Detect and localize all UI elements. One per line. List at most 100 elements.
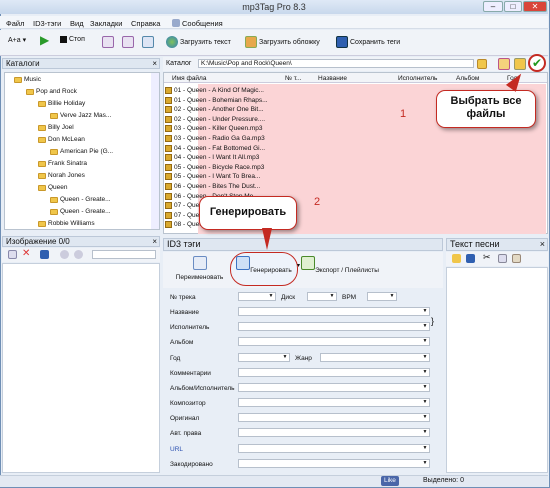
close-icon[interactable]: ×: [540, 239, 545, 249]
next-icon[interactable]: [74, 250, 83, 259]
composer-field[interactable]: ▼: [238, 398, 430, 407]
minimize-button[interactable]: –: [483, 1, 503, 12]
disc-field[interactable]: ▼: [307, 292, 337, 301]
composer-label: Композитор: [170, 400, 206, 407]
tree-item[interactable]: Robbie Williams: [38, 220, 95, 227]
tree-item[interactable]: Billy Joel: [38, 124, 74, 131]
title-field[interactable]: ▼: [238, 307, 430, 316]
tree-item[interactable]: American Pie (G...: [50, 148, 113, 155]
file-row[interactable]: 01 - Queen - Bohemian Rhaps...: [165, 96, 268, 105]
menu-view[interactable]: Вид: [70, 19, 84, 28]
paste-icon[interactable]: [512, 254, 521, 263]
file-row[interactable]: 03 - Queen - Radio Ga Ga.mp3: [165, 134, 265, 143]
tree-item[interactable]: Billie Holiday: [38, 100, 85, 107]
file-row[interactable]: 03 - Queen - Killer Queen.mp3: [165, 124, 263, 133]
genre-field[interactable]: ▼: [320, 353, 430, 362]
comments-field[interactable]: ▼: [238, 368, 430, 377]
save-icon[interactable]: [466, 254, 475, 263]
copy-icon[interactable]: [498, 254, 507, 263]
col-filename[interactable]: Имя файла: [172, 75, 206, 82]
catalogs-header: Каталоги ×: [2, 58, 160, 69]
add-image-icon[interactable]: [8, 250, 17, 259]
rename-icon: [192, 256, 207, 270]
globe-icon: [166, 36, 178, 48]
mode-button[interactable]: A+a ▾: [8, 36, 26, 45]
menu-file[interactable]: Файл: [6, 19, 24, 28]
status-bar: [0, 475, 548, 487]
tree-item[interactable]: Frank Sinatra: [38, 160, 87, 167]
save-tags-button[interactable]: Сохранить теги: [336, 36, 400, 48]
folder-icon: [38, 184, 46, 191]
menu-id3[interactable]: ID3-тэги: [33, 19, 61, 28]
lyrics-area[interactable]: [446, 267, 548, 473]
file-row[interactable]: 04 - Queen - Fat Bottomed Gi...: [165, 144, 265, 153]
mp3-file-icon: [165, 96, 172, 104]
tool-icon-3[interactable]: [142, 36, 154, 48]
col-artist[interactable]: Исполнитель: [398, 75, 437, 82]
album-artist-field[interactable]: ▼: [238, 383, 430, 392]
col-title[interactable]: Название: [318, 75, 347, 82]
close-icon[interactable]: ×: [152, 59, 157, 69]
file-row[interactable]: 06 - Queen - Bites The Dust...: [165, 182, 260, 191]
file-row[interactable]: 02 - Queen - Another One Bit...: [165, 105, 264, 114]
tool-icon-2[interactable]: [122, 36, 134, 48]
folder-icon[interactable]: [477, 59, 487, 69]
col-album[interactable]: Альбом: [456, 75, 479, 82]
path-input[interactable]: K:\Music\Pop and Rock\Queen\: [198, 59, 474, 68]
maximize-button[interactable]: □: [504, 1, 522, 12]
copyright-field[interactable]: ▼: [238, 428, 430, 437]
folder-icon: [26, 88, 34, 95]
track-field[interactable]: ▼: [238, 292, 276, 301]
load-text-button[interactable]: Загрузить текст: [166, 36, 231, 48]
up-folder-icon[interactable]: [498, 58, 510, 70]
prev-icon[interactable]: [60, 250, 69, 259]
open-folder-icon[interactable]: [514, 58, 526, 70]
encoded-field[interactable]: ▼: [238, 459, 430, 468]
close-icon[interactable]: ×: [152, 237, 157, 247]
file-row[interactable]: 01 - Queen - A Kind Of Magic...: [165, 86, 264, 95]
col-track[interactable]: № т...: [285, 75, 301, 82]
file-row[interactable]: 05 - Queen - I Want To Brea...: [165, 172, 260, 181]
close-button[interactable]: ✕: [523, 1, 547, 12]
cut-icon[interactable]: ✂: [483, 252, 491, 263]
original-field[interactable]: ▼: [238, 413, 430, 422]
url-field[interactable]: ▼: [238, 444, 430, 453]
play-icon[interactable]: ▶: [40, 33, 49, 47]
generate-button[interactable]: Генерировать: [234, 256, 294, 274]
tree-item[interactable]: Music: [14, 76, 41, 83]
folder-icon: [14, 76, 22, 83]
year-field[interactable]: ▼: [238, 353, 290, 362]
like-button[interactable]: Like: [381, 476, 399, 486]
stop-button[interactable]: Стоп: [60, 36, 85, 43]
mp3-file-icon: [165, 173, 172, 181]
tree-item[interactable]: Queen - Greate...: [50, 208, 111, 215]
export-button[interactable]: Экспорт / Плейлисты: [300, 256, 380, 274]
tree-item[interactable]: Don McLean: [38, 136, 85, 143]
tree-item[interactable]: Queen: [38, 184, 68, 191]
file-row[interactable]: 04 - Queen - I Want It All.mp3: [165, 153, 259, 162]
file-row[interactable]: 02 - Queen - Under Pressure....: [165, 115, 265, 124]
save-icon[interactable]: [40, 250, 49, 259]
tree-item[interactable]: Norah Jones: [38, 172, 85, 179]
file-row[interactable]: 05 - Queen - Bicycle Race.mp3: [165, 163, 264, 172]
rename-button[interactable]: Переименовать: [172, 256, 227, 281]
tree-item[interactable]: Queen - Greate...: [50, 196, 111, 203]
menu-bookmarks[interactable]: Закладки: [90, 19, 122, 28]
image-index-input[interactable]: [92, 250, 156, 259]
copyright-label: Авт. права: [170, 430, 202, 437]
open-icon[interactable]: [452, 254, 461, 263]
tree-scrollbar[interactable]: [151, 73, 159, 229]
album-field[interactable]: ▼: [238, 337, 430, 346]
artist-field[interactable]: ▼: [238, 322, 430, 331]
folder-icon: [38, 136, 46, 143]
select-all-button[interactable]: ✔: [528, 54, 546, 72]
load-cover-button[interactable]: Загрузить обложку: [245, 36, 320, 48]
tree-item[interactable]: Verve Jazz Mas...: [50, 112, 111, 119]
menu-help[interactable]: Справка: [131, 19, 160, 28]
tree-item[interactable]: Pop and Rock: [26, 88, 77, 95]
menu-messages[interactable]: Сообщения: [172, 19, 223, 28]
year-label: Год: [170, 355, 181, 362]
tool-icon-1[interactable]: [102, 36, 114, 48]
delete-icon[interactable]: ✕: [22, 248, 30, 259]
bpm-field[interactable]: ▼: [367, 292, 397, 301]
